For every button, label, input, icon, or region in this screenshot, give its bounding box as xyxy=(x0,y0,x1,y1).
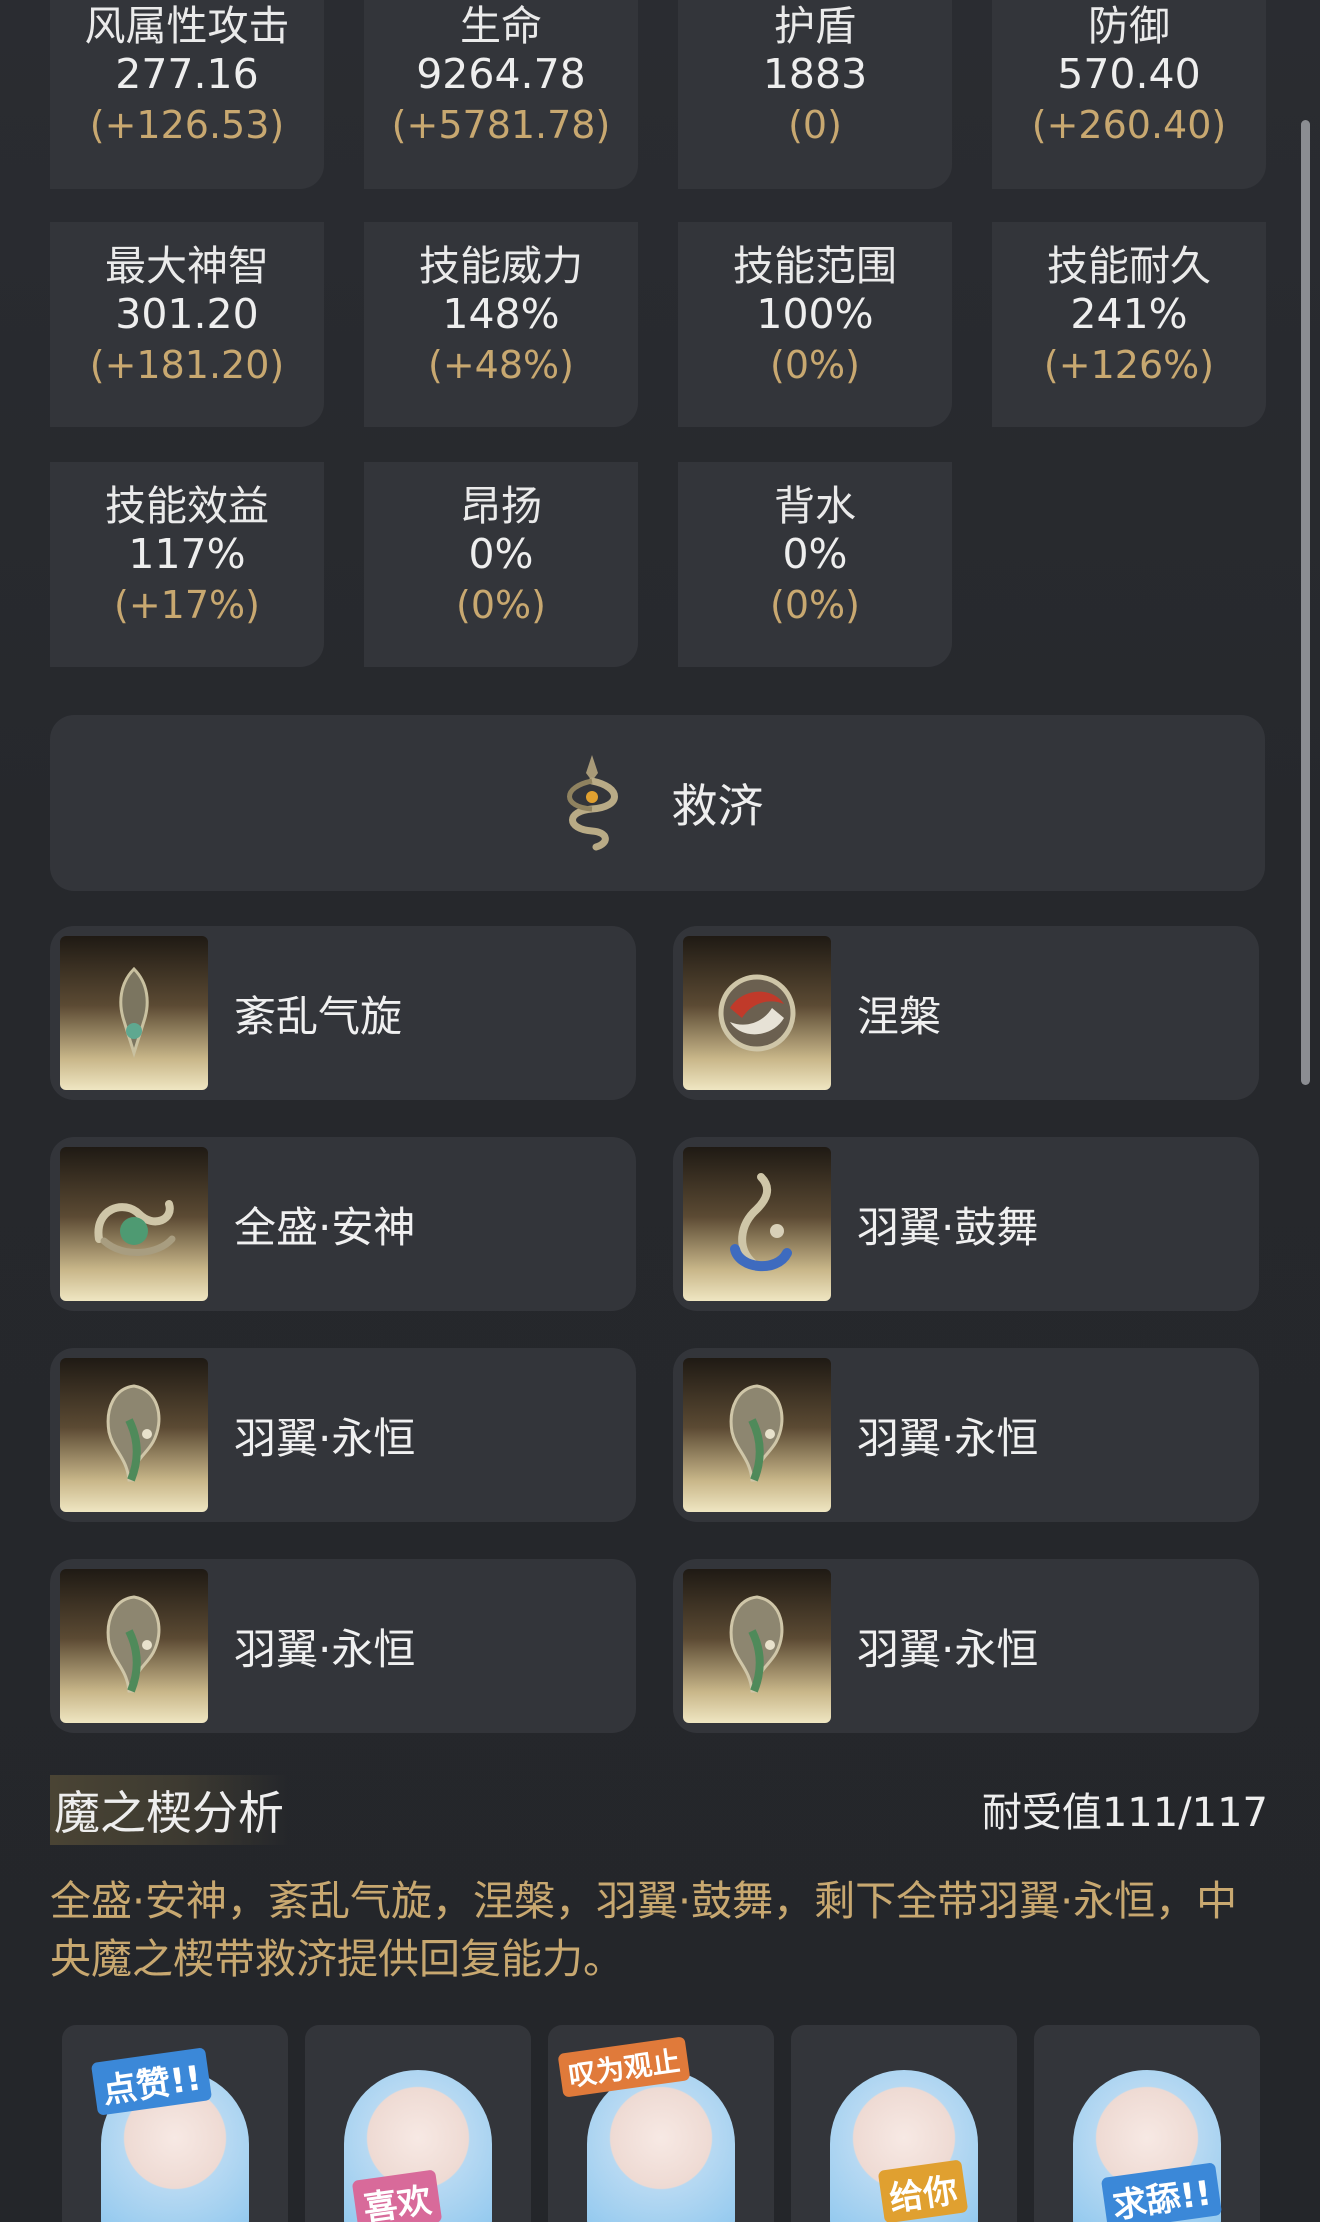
stat-bonus: (+17%) xyxy=(114,583,260,627)
mask-mod-icon xyxy=(683,1358,831,1512)
stat-bonus: (0%) xyxy=(770,583,860,627)
stat-label: 背水 xyxy=(774,482,856,530)
stat-label: 生命 xyxy=(460,2,542,50)
stat-bonus: (0%) xyxy=(456,583,546,627)
analysis-text: 全盛·安神，紊乱气旋，涅槃，羽翼·鼓舞，剩下全带羽翼·永恒，中央魔之楔带救济提供… xyxy=(50,1877,1238,1983)
mod-slot[interactable]: 羽翼·永恒 xyxy=(673,1348,1259,1522)
sticker[interactable]: 求舔!! xyxy=(1034,2025,1260,2222)
central-mod-card[interactable]: 救济 xyxy=(50,715,1265,891)
stat-value: 148% xyxy=(442,290,560,338)
wing-mod-icon xyxy=(683,1147,831,1301)
stat-label: 昂扬 xyxy=(460,482,542,530)
stat-card: 技能效益 117% (+17%) xyxy=(50,462,324,667)
stat-label: 风属性攻击 xyxy=(84,2,290,50)
sticker-character-image xyxy=(587,2070,735,2222)
mod-slot[interactable]: 紊乱气旋 xyxy=(50,926,636,1100)
stat-value: 241% xyxy=(1070,290,1188,338)
stat-bonus: (0) xyxy=(788,103,842,147)
serpent-mod-icon xyxy=(60,1147,208,1301)
sticker-row: 点赞!! 喜欢 叹为观止 给你 求舔!! xyxy=(62,2025,1292,2222)
mod-slot[interactable]: 羽翼·永恒 xyxy=(673,1559,1259,1733)
mod-slot[interactable]: 羽翼·永恒 xyxy=(50,1348,636,1522)
stat-value: 570.40 xyxy=(1057,50,1201,98)
stat-card: 昂扬 0% (0%) xyxy=(364,462,638,667)
stat-bonus: (+260.40) xyxy=(1031,103,1227,147)
stat-card: 技能威力 148% (+48%) xyxy=(364,222,638,427)
stat-value: 1883 xyxy=(762,50,868,98)
central-mod-title: 救济 xyxy=(671,779,764,833)
mod-name: 羽翼·永恒 xyxy=(234,1413,416,1463)
stat-label: 技能威力 xyxy=(419,242,583,290)
stat-card: 最大神智 301.20 (+181.20) xyxy=(50,222,324,427)
stat-card: 背水 0% (0%) xyxy=(678,462,952,667)
stat-bonus: (+181.20) xyxy=(89,343,285,387)
sticker[interactable]: 给你 xyxy=(791,2025,1017,2222)
stat-value: 0% xyxy=(782,530,848,578)
stat-label: 技能耐久 xyxy=(1047,242,1211,290)
stat-value: 277.16 xyxy=(115,50,259,98)
stat-card: 技能范围 100% (0%) xyxy=(678,222,952,427)
stat-value: 100% xyxy=(756,290,874,338)
stat-label: 护盾 xyxy=(774,2,856,50)
endurance-value: 耐受值111/117 xyxy=(981,1790,1268,1836)
stat-card: 技能耐久 241% (+126%) xyxy=(992,222,1266,427)
mask-mod-icon xyxy=(60,1358,208,1512)
sticker-caption: 给你 xyxy=(877,2159,969,2222)
serpent-emblem-icon xyxy=(552,751,632,855)
stat-value: 117% xyxy=(128,530,246,578)
stat-bonus: (+48%) xyxy=(428,343,574,387)
sticker[interactable]: 喜欢 xyxy=(305,2025,531,2222)
mask-mod-icon xyxy=(683,1569,831,1723)
mod-slot[interactable]: 羽翼·鼓舞 xyxy=(673,1137,1259,1311)
mod-name: 全盛·安神 xyxy=(234,1202,416,1252)
stat-bonus: (+5781.78) xyxy=(391,103,611,147)
mod-slot[interactable]: 羽翼·永恒 xyxy=(50,1559,636,1733)
stat-label: 技能效益 xyxy=(105,482,269,530)
scrollbar[interactable] xyxy=(1301,120,1310,1085)
stat-card: 生命 9264.78 (+5781.78) xyxy=(364,0,638,189)
sticker[interactable]: 叹为观止 xyxy=(548,2025,774,2222)
mod-name: 紊乱气旋 xyxy=(234,991,403,1041)
stat-value: 0% xyxy=(468,530,534,578)
analysis-title: 魔之楔分析 xyxy=(50,1775,288,1845)
mod-name: 羽翼·永恒 xyxy=(857,1413,1039,1463)
mod-name: 羽翼·永恒 xyxy=(857,1624,1039,1674)
mod-slot[interactable]: 涅槃 xyxy=(673,926,1259,1100)
stat-label: 防御 xyxy=(1088,2,1170,50)
mod-name: 涅槃 xyxy=(857,991,942,1041)
stat-bonus: (0%) xyxy=(770,343,860,387)
stat-card: 风属性攻击 277.16 (+126.53) xyxy=(50,0,324,189)
cyclone-mod-icon xyxy=(60,936,208,1090)
sticker[interactable]: 点赞!! xyxy=(62,2025,288,2222)
stat-value: 301.20 xyxy=(115,290,259,338)
stat-bonus: (+126.53) xyxy=(89,103,285,147)
mod-name: 羽翼·永恒 xyxy=(234,1624,416,1674)
stat-label: 最大神智 xyxy=(105,242,269,290)
stat-bonus: (+126%) xyxy=(1043,343,1215,387)
mod-slot[interactable]: 全盛·安神 xyxy=(50,1137,636,1311)
stat-label: 技能范围 xyxy=(733,242,897,290)
mod-name: 羽翼·鼓舞 xyxy=(857,1202,1039,1252)
stat-card: 防御 570.40 (+260.40) xyxy=(992,0,1266,189)
nirvana-mod-icon xyxy=(683,936,831,1090)
mask-mod-icon xyxy=(60,1569,208,1723)
stat-value: 9264.78 xyxy=(416,50,586,98)
stat-card: 护盾 1883 (0) xyxy=(678,0,952,189)
